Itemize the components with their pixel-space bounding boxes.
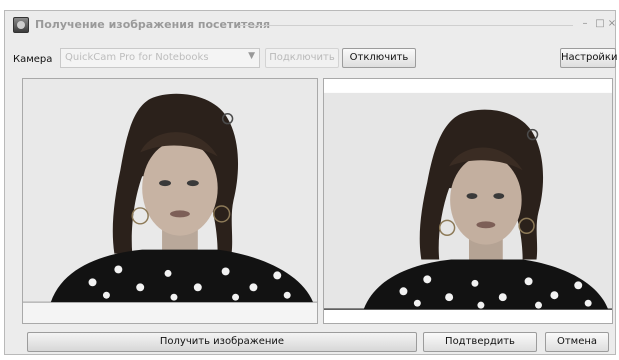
confirm-button[interactable]: Подтвердить <box>423 332 537 352</box>
camera-select-value: QuickCam Pro for Notebooks <box>65 52 209 63</box>
chevron-down-icon[interactable]: ▼ <box>248 51 255 61</box>
woman-portrait-photo <box>23 79 317 323</box>
visitor-photo-window: Получение изображения посетителя – □ × К… <box>4 10 617 355</box>
live-preview-panel <box>22 78 318 324</box>
settings-button[interactable]: Настройки <box>560 48 617 68</box>
title-divider <box>239 25 573 26</box>
captured-image-panel <box>323 78 613 324</box>
disconnect-button[interactable]: Отключить <box>342 48 416 68</box>
camera-app-icon <box>13 17 29 33</box>
title-bar: Получение изображения посетителя – □ × <box>5 11 617 41</box>
woman-portrait-photo <box>324 79 612 323</box>
capture-image-button[interactable]: Получить изображение <box>27 332 417 352</box>
camera-label: Камера <box>13 54 53 65</box>
close-icon[interactable]: × <box>607 18 617 30</box>
window-title: Получение изображения посетителя <box>35 18 271 31</box>
minimize-icon[interactable]: – <box>580 18 590 30</box>
maximize-icon[interactable]: □ <box>595 18 605 30</box>
camera-select[interactable]: QuickCam Pro for Notebooks ▼ <box>60 48 260 68</box>
cancel-button[interactable]: Отмена <box>545 332 609 352</box>
connect-button[interactable]: Подключить <box>265 48 339 68</box>
